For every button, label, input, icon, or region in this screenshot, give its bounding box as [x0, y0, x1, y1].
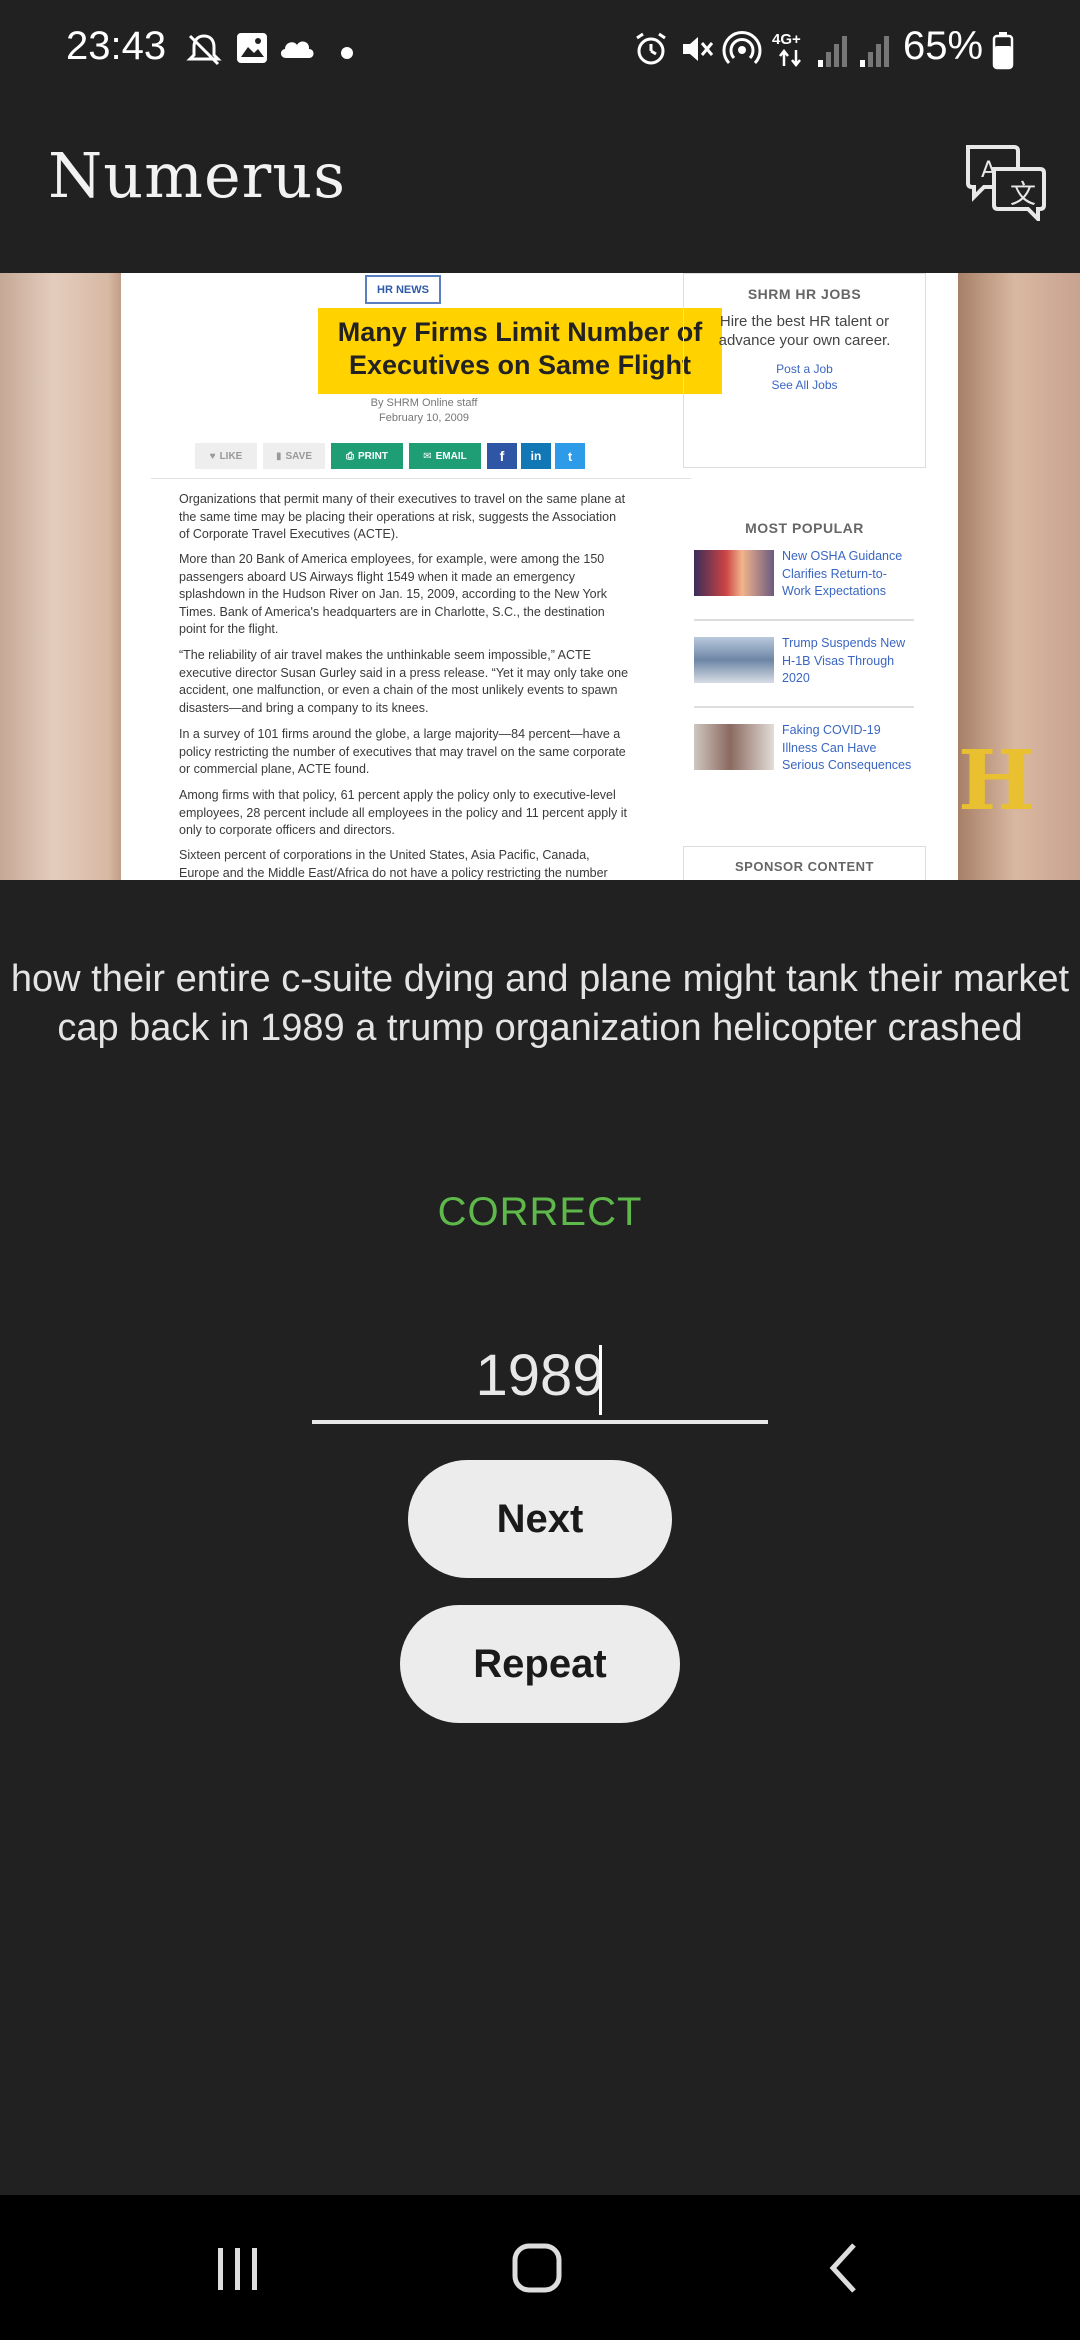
status-time: 23:43	[66, 24, 167, 68]
article-byline: By SHRM Online staff	[370, 397, 478, 409]
popular-thumbnail	[694, 550, 774, 596]
svg-text:A: A	[981, 158, 996, 183]
article-paragraph: More than 20 Bank of America employees, …	[179, 551, 629, 639]
hotspot-icon	[722, 31, 762, 65]
answer-input[interactable]	[312, 1330, 768, 1424]
like-label: LIKE	[219, 450, 243, 462]
popular-item-title: Trump Suspends New H-1B Visas Through 20…	[782, 636, 906, 685]
print-label: PRINT	[358, 450, 388, 462]
network-type: 4G+	[772, 31, 801, 48]
alarm-icon	[636, 32, 666, 65]
article-paragraph: Sixteen percent of corporations in the U…	[179, 848, 608, 880]
popular-item[interactable]: New OSHA Guidance Clarifies Return-to-Wo…	[694, 548, 916, 618]
gallery-icon	[237, 33, 267, 63]
text-cursor	[599, 1345, 602, 1415]
popular-item-title: Faking COVID-19 Illness Can Have Serious…	[782, 723, 912, 772]
home-button[interactable]	[510, 2240, 566, 2296]
article-date: February 10, 2009	[379, 412, 469, 424]
article-paragraph: “The reliability of air travel makes the…	[179, 648, 629, 715]
divider	[694, 619, 914, 621]
share-row: ♥ LIKE ▮ SAVE ⎙ PRINT ✉ EMAIL f in t	[195, 443, 725, 473]
sponsor-box: SPONSOR CONTENT	[683, 846, 926, 880]
article-paragraph: Organizations that permit many of their …	[179, 492, 626, 542]
most-popular-heading: MOST POPULAR	[745, 520, 864, 536]
svg-text:文: 文	[1010, 180, 1036, 210]
linkedin-button[interactable]: in	[521, 443, 551, 469]
like-button[interactable]: ♥ LIKE	[195, 443, 257, 469]
article-paragraph: In a survey of 101 firms around the glob…	[179, 727, 626, 777]
see-all-jobs-link[interactable]: See All Jobs	[684, 378, 925, 392]
recent-apps-button[interactable]	[210, 2240, 266, 2296]
article-headline: Many Firms Limit Number of Executives on…	[318, 308, 722, 394]
signal-sim2-icon	[860, 36, 889, 67]
status-bar: 23:43 4G+ 65%	[0, 0, 1080, 105]
email-label: EMAIL	[435, 450, 467, 462]
popular-item[interactable]: Trump Suspends New H-1B Visas Through 20…	[694, 635, 916, 705]
repeat-button[interactable]: Repeat	[400, 1605, 680, 1723]
popular-item-title: New OSHA Guidance Clarifies Return-to-Wo…	[782, 549, 903, 598]
article-screenshot: HR NEWS Many Firms Limit Number of Execu…	[121, 273, 958, 880]
battery-icon	[992, 32, 1014, 70]
save-button[interactable]: ▮ SAVE	[263, 443, 325, 469]
transcript-caption: how their entire c-suite dying and plane…	[10, 958, 1070, 1049]
save-label: SAVE	[285, 450, 313, 462]
video-frame[interactable]: HR NEWS Many Firms Limit Number of Execu…	[0, 273, 1080, 880]
popular-thumbnail	[694, 724, 774, 770]
article-paragraph-text: More than 20 Bank of America employees, …	[179, 552, 608, 637]
jobs-heading: SHRM HR JOBS	[747, 286, 862, 302]
battery-percentage: 65%	[903, 24, 984, 68]
data-arrows-icon	[779, 48, 801, 68]
cloud-icon	[280, 41, 314, 58]
system-nav-bar	[0, 2195, 1080, 2340]
post-job-link[interactable]: Post a Job	[684, 362, 925, 376]
result-status: CORRECT	[437, 1190, 643, 1234]
hr-news-tag: HR NEWS	[365, 275, 441, 304]
next-button[interactable]: Next	[408, 1460, 672, 1578]
facebook-button[interactable]: f	[487, 443, 517, 469]
sponsor-heading: SPONSOR CONTENT	[735, 859, 874, 874]
popular-item[interactable]: Faking COVID-19 Illness Can Have Serious…	[694, 722, 916, 792]
jobs-text: Hire the best HR talent or advance your …	[718, 313, 891, 349]
notifications-off-icon	[186, 34, 222, 66]
back-button[interactable]	[818, 2240, 874, 2296]
divider	[694, 706, 914, 708]
app-bar: Numerus A 文	[0, 105, 1080, 273]
mute-icon	[683, 37, 714, 61]
translate-button[interactable]: A 文	[962, 141, 1048, 224]
app-title: Numerus	[48, 139, 347, 212]
popular-thumbnail	[694, 637, 774, 683]
article-paragraph: Among firms with that policy, 61 percent…	[179, 788, 627, 838]
divider	[151, 478, 691, 479]
jobs-box: SHRM HR JOBS Hire the best HR talent or …	[683, 273, 926, 468]
print-button[interactable]: ⎙ PRINT	[331, 443, 403, 469]
email-button[interactable]: ✉ EMAIL	[409, 443, 481, 469]
translate-icon: A 文	[966, 145, 1046, 224]
twitter-button[interactable]: t	[555, 443, 585, 469]
channel-logo-icon: H	[958, 733, 1036, 829]
signal-sim1-icon	[818, 36, 847, 67]
dot-icon	[341, 47, 353, 59]
